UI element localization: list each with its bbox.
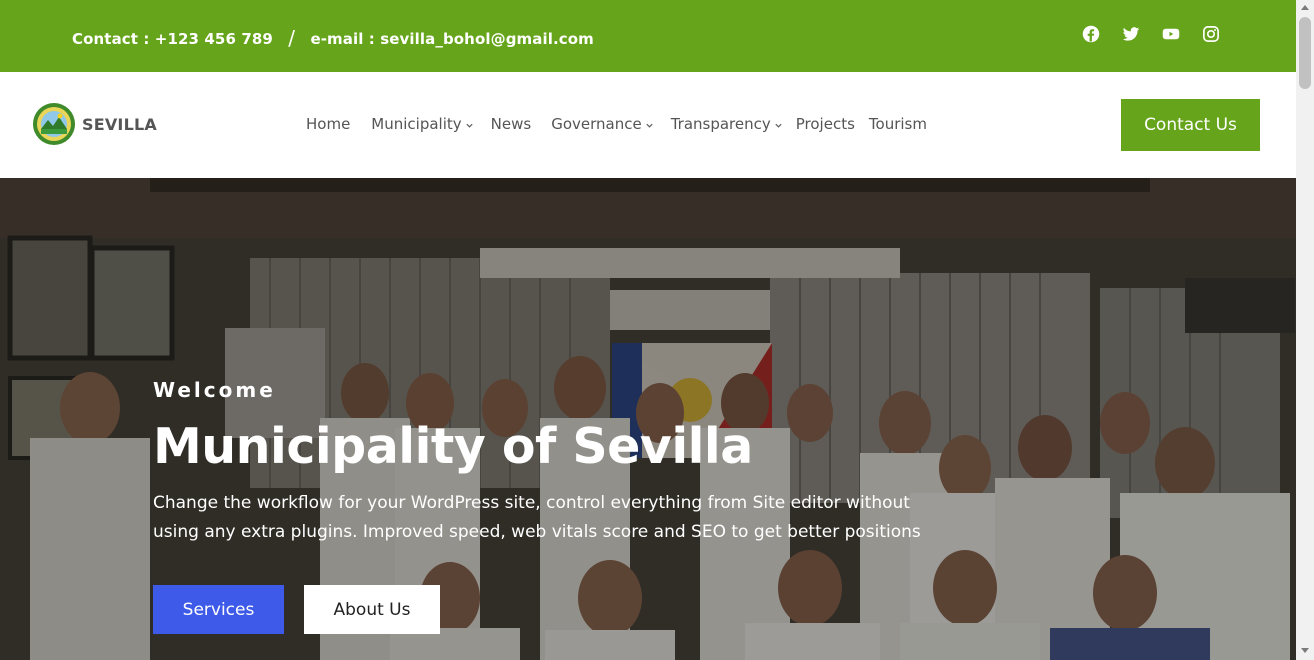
contact-email[interactable]: e-mail : sevilla_bohol@gmail.com xyxy=(310,30,593,48)
chevron-down-icon xyxy=(775,123,782,128)
hero-description: Change the workflow for your WordPress s… xyxy=(153,493,921,542)
hero-section: Welcome Municipality of Sevilla Change t… xyxy=(0,178,1296,660)
site-logo[interactable]: SEVILLA xyxy=(32,102,157,146)
scroll-down-arrow-icon[interactable] xyxy=(1301,648,1309,653)
chevron-down-icon xyxy=(466,123,473,128)
nav-tourism[interactable]: Tourism xyxy=(869,115,927,133)
nav-label: Projects xyxy=(795,115,855,133)
nav-projects[interactable]: Projects xyxy=(796,115,855,133)
social-links xyxy=(1082,25,1220,43)
site-header: SEVILLA Home Municipality News Governanc… xyxy=(0,72,1296,178)
chevron-down-icon xyxy=(646,123,653,128)
nav-home[interactable]: Home xyxy=(306,115,350,133)
nav-label: Tourism xyxy=(868,115,927,133)
about-us-button[interactable]: About Us xyxy=(304,585,440,634)
municipal-seal-icon xyxy=(33,103,75,145)
contact-separator: / xyxy=(288,26,296,50)
nav-label: News xyxy=(490,115,532,133)
nav-news[interactable]: News xyxy=(491,115,532,133)
scrollbar-thumb[interactable] xyxy=(1299,17,1311,89)
nav-governance[interactable]: Governance xyxy=(551,115,654,133)
top-bar: Contact : +123 456 789 / e-mail : sevill… xyxy=(0,0,1296,72)
facebook-icon[interactable] xyxy=(1082,25,1100,43)
services-button[interactable]: Services xyxy=(153,585,284,634)
nav-transparency[interactable]: Transparency xyxy=(671,115,783,133)
nav-label: Municipality xyxy=(371,115,462,133)
nav-label: Transparency xyxy=(670,115,771,133)
brand-name: SEVILLA xyxy=(82,114,157,134)
hero-eyebrow: Welcome xyxy=(153,378,276,402)
page-scrollbar[interactable] xyxy=(1296,0,1314,660)
contact-phone: Contact : +123 456 789 xyxy=(72,30,273,48)
instagram-icon[interactable] xyxy=(1202,25,1220,43)
contact-info: Contact : +123 456 789 / e-mail : sevill… xyxy=(72,25,594,50)
main-navigation: Home Municipality News Governance Transp… xyxy=(306,115,927,133)
contact-us-button[interactable]: Contact Us xyxy=(1121,99,1260,151)
hero-title: Municipality of Sevilla xyxy=(153,418,753,475)
nav-municipality[interactable]: Municipality xyxy=(371,115,473,133)
nav-label: Home xyxy=(306,115,351,133)
nav-label: Governance xyxy=(551,115,642,133)
scroll-up-arrow-icon[interactable] xyxy=(1301,5,1309,10)
twitter-icon[interactable] xyxy=(1122,25,1140,43)
youtube-icon[interactable] xyxy=(1162,25,1180,43)
